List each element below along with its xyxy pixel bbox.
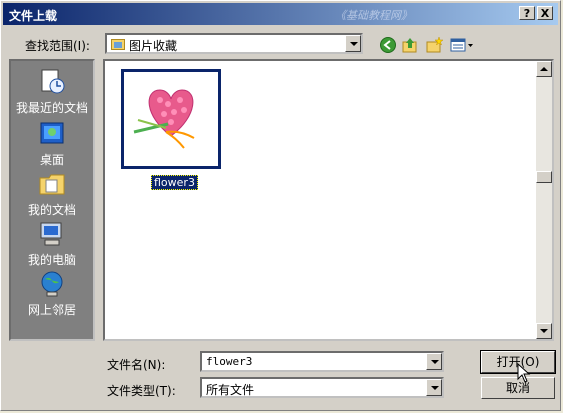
help-button[interactable]: ? — [519, 6, 535, 20]
places-bar: 我最近的文档 桌面 我的文档 我的电脑 网上邻居 — [9, 59, 95, 341]
scroll-thumb[interactable] — [536, 171, 552, 183]
lookin-combobox[interactable]: 图片收藏 — [105, 33, 363, 54]
my-computer-icon — [40, 222, 62, 246]
file-list-view[interactable]: flower3 — [103, 59, 554, 341]
place-label: 桌面 — [39, 153, 64, 167]
filetype-value: 所有文件 — [206, 383, 255, 397]
scroll-up-button[interactable] — [536, 61, 552, 77]
lookin-label: 查找范围(I): — [25, 39, 90, 53]
file-thumbnail[interactable] — [121, 69, 221, 169]
place-my-documents[interactable]: 我的文档 — [11, 169, 93, 218]
recent-documents-icon — [41, 69, 65, 94]
file-item-flower3[interactable]: flower3 — [121, 69, 225, 190]
watermark: 《基础教程网》 — [335, 9, 412, 22]
flower-heart-image — [124, 72, 218, 166]
picture-folder-icon — [111, 39, 125, 50]
back-icon[interactable] — [379, 36, 397, 54]
filetype-combobox[interactable]: 所有文件 — [200, 377, 444, 398]
file-upload-dialog: 文件上载 《基础教程网》 ? X 查找范围(I): 图片收藏 我最近的文档 桌面… — [0, 0, 561, 411]
desktop-icon — [40, 122, 64, 144]
vertical-scrollbar[interactable] — [536, 61, 552, 339]
filetype-dropdown-arrow[interactable] — [426, 379, 442, 396]
title-bar[interactable]: 文件上载 《基础教程网》 ? X — [3, 3, 558, 25]
place-label: 我最近的文档 — [15, 101, 88, 115]
place-label: 我的电脑 — [27, 253, 76, 267]
mouse-pointer-icon — [517, 363, 531, 383]
up-folder-icon[interactable] — [401, 36, 419, 54]
filename-input[interactable]: flower3 — [206, 355, 252, 368]
filename-dropdown-arrow[interactable] — [426, 353, 442, 370]
place-recent-documents[interactable]: 我最近的文档 — [11, 67, 93, 116]
place-network-places[interactable]: 网上邻居 — [11, 269, 93, 318]
place-label: 我的文档 — [27, 203, 76, 217]
close-button[interactable]: X — [537, 6, 553, 20]
filename-label: 文件名(N): — [107, 358, 166, 372]
lookin-dropdown-arrow[interactable] — [345, 35, 361, 52]
my-documents-icon — [39, 174, 65, 195]
place-desktop[interactable]: 桌面 — [11, 119, 93, 168]
view-menu-icon[interactable] — [449, 36, 475, 54]
place-label: 网上邻居 — [27, 303, 76, 317]
filetype-label: 文件类型(T): — [107, 384, 176, 398]
filename-combobox[interactable]: flower3 — [200, 351, 444, 372]
network-places-icon — [41, 271, 63, 297]
lookin-value: 图片收藏 — [129, 39, 178, 53]
new-folder-icon[interactable] — [425, 36, 443, 54]
scroll-down-button[interactable] — [536, 323, 552, 339]
file-name-label: flower3 — [151, 175, 198, 190]
dialog-title: 文件上载 — [9, 9, 58, 23]
place-my-computer[interactable]: 我的电脑 — [11, 219, 93, 268]
